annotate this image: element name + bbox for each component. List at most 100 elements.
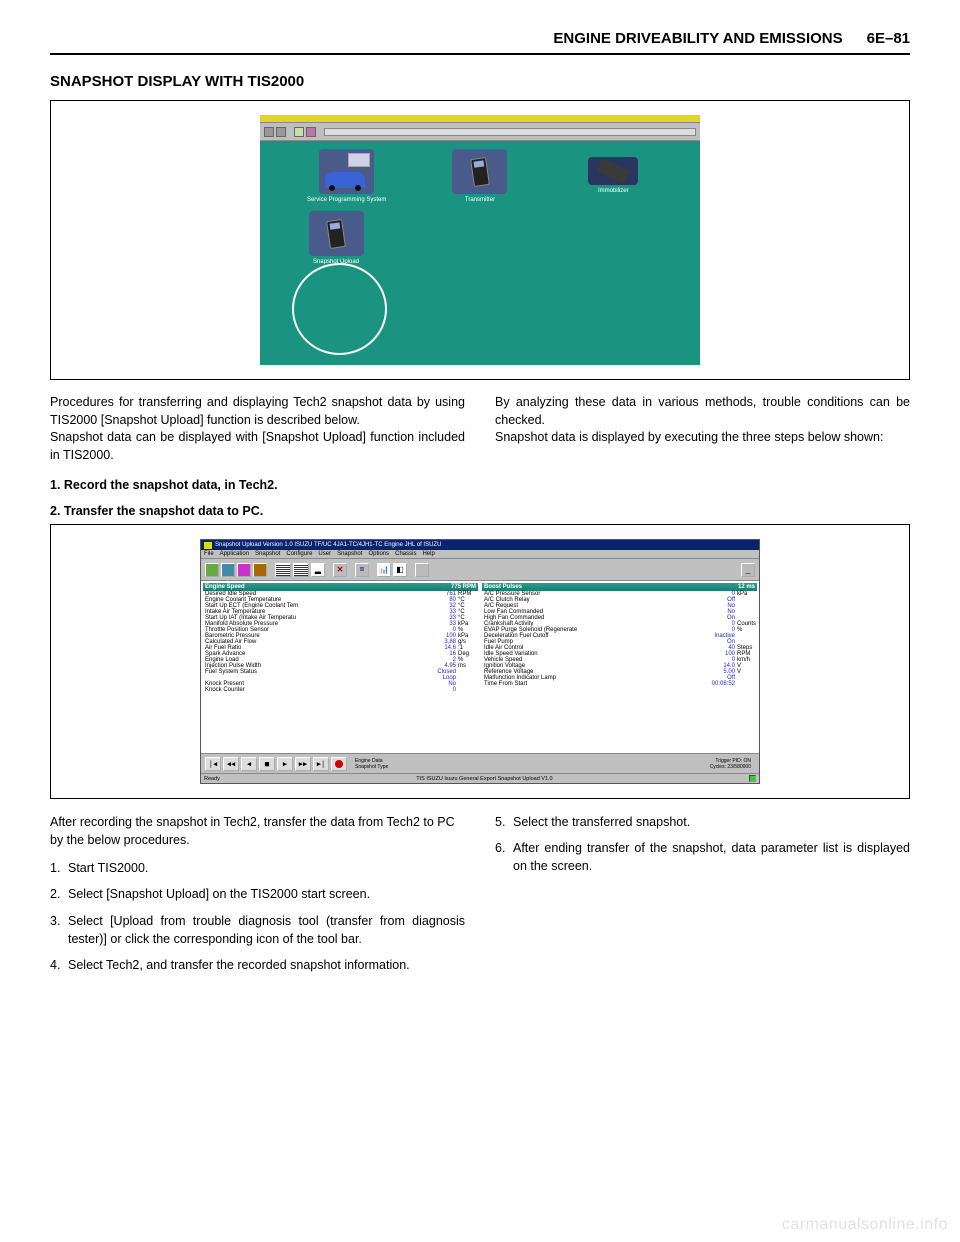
info-label: Cycles: 23/580000 [710, 764, 751, 770]
prev-icon: ◀◀ [223, 757, 239, 771]
status-bar: Ready TIS ISUZU Isuzu General Export Sna… [201, 773, 759, 783]
app-label: Service Programming System [307, 197, 386, 203]
column-header: Boost Pulses 12 ms [482, 583, 757, 591]
header-label: Engine Speed [205, 584, 245, 590]
data-row: Knock Counter0 [203, 687, 478, 693]
play-icon: ▶ [277, 757, 293, 771]
window-titlebar: Snapshot Upload Version 1.0 ISUZU TF/UC … [201, 540, 759, 550]
tool-icon [415, 563, 429, 577]
menu-item: Application [220, 551, 249, 557]
step-2-heading: 2. Transfer the snapshot data to PC. [50, 504, 910, 518]
chart-icon: 📊 [377, 563, 391, 577]
menu-item: Snapshot [255, 551, 280, 557]
menu-item: Configure [286, 551, 312, 557]
fwd-icon: ▶▶ [295, 757, 311, 771]
snapshot-upload-window: Snapshot Upload Version 1.0 ISUZU TF/UC … [200, 539, 760, 784]
graph-icon: ▂ [311, 563, 325, 577]
menu-bar: File Application Snapshot Configure User… [201, 550, 759, 559]
app-immobilizer: Immobilizer [573, 149, 653, 203]
app-transmitter: Transmitter [440, 149, 520, 203]
toolbar-icon [306, 127, 316, 137]
step-1-heading: 1. Record the snapshot data, in Tech2. [50, 478, 910, 492]
param-value: Closed Loop [426, 669, 456, 681]
tool-icon [253, 563, 267, 577]
list-text: After ending transfer of the snapshot, d… [513, 841, 910, 873]
tis2000-start-screen: Service Programming System Transmitter I… [260, 115, 700, 365]
page-reference: 6E–81 [867, 30, 910, 47]
car-laptop-icon [319, 149, 374, 194]
intro-paragraphs: Procedures for transferring and displayi… [50, 394, 910, 464]
last-icon: ▶| [313, 757, 329, 771]
figure-1-box: Service Programming System Transmitter I… [50, 100, 910, 380]
toolbar-icon [294, 127, 304, 137]
list-text: Select [Upload from trouble diagnosis to… [68, 914, 465, 946]
list-item: 1.Start TIS2000. [68, 859, 465, 877]
toolbar-icon [276, 127, 286, 137]
param-value: 00:08:52 [705, 681, 735, 687]
tech2-icon [452, 149, 507, 194]
menu-item: Help [422, 551, 434, 557]
list-item: 4.Select Tech2, and transfer the recorde… [68, 956, 465, 974]
list-text: Select [Snapshot Upload] on the TIS2000 … [68, 887, 370, 901]
status-text: TIS ISUZU Isuzu General Export Snapshot … [416, 776, 552, 782]
toolbar: ▂ ✕ = 📊 ◧ _ [201, 559, 759, 581]
app-spd: Service Programming System [307, 149, 387, 203]
page-header: ENGINE DRIVEABILITY AND EMISSIONS 6E–81 [50, 30, 910, 47]
toolbar-icon [264, 127, 274, 137]
param-unit [737, 681, 755, 687]
window-title-text: Snapshot Upload Version 1.0 ISUZU TF/UC … [215, 542, 441, 548]
paragraph: Snapshot data can be displayed with [Sna… [50, 429, 465, 464]
header-label: Boost Pulses [484, 584, 522, 590]
info-label: Snapshot Type [355, 764, 708, 770]
list-item: 3.Select [Upload from trouble diagnosis … [68, 912, 465, 948]
param-value: 0 [426, 687, 456, 693]
status-text: Ready [204, 776, 220, 782]
header-title: ENGINE DRIVEABILITY AND EMISSIONS [553, 30, 842, 47]
open-icon [205, 563, 219, 577]
list-text: Select the transferred snapshot. [513, 815, 690, 829]
list-text: Start TIS2000. [68, 861, 148, 875]
column-header: Engine Speed 775 RPM [203, 583, 478, 591]
list-view-icon [293, 563, 309, 577]
chart-icon: ◧ [393, 563, 407, 577]
paragraph: After recording the snapshot in Tech2, t… [50, 813, 465, 849]
param-unit [458, 669, 476, 681]
paragraph: By analyzing these data in various metho… [495, 394, 910, 429]
window-titlebar [260, 115, 700, 123]
tech2-icon [309, 211, 364, 256]
minimize-icon: _ [741, 563, 755, 577]
transport-right: Trigger PID: ON Cycles: 23/580000 [710, 758, 755, 770]
status-indicator-icon [749, 775, 756, 782]
header-rule [50, 53, 910, 55]
param-label: Knock Counter [205, 687, 424, 693]
save-icon [221, 563, 235, 577]
app-label: Immobilizer [598, 188, 629, 194]
key-icon [588, 157, 638, 185]
list-item: 6.After ending transfer of the snapshot,… [513, 839, 910, 875]
app-snapshot-upload: Snapshot Upload [296, 211, 376, 265]
paragraph: Procedures for transferring and displayi… [50, 394, 465, 429]
menu-item: Snapshot [337, 551, 362, 557]
transport-bar: |◀ ◀◀ ◀ ■ ▶ ▶▶ ▶| Engine Data Snapshot T… [201, 753, 759, 773]
menu-item: User [318, 551, 331, 557]
figure-2-box: Snapshot Upload Version 1.0 ISUZU TF/UC … [50, 524, 910, 799]
menu-item: Options [368, 551, 389, 557]
equals-icon: = [355, 563, 369, 577]
toolbar-scroll [324, 128, 696, 136]
param-label: Time From Start [484, 681, 703, 687]
app-icon [204, 542, 212, 549]
app-label: Transmitter [465, 197, 495, 203]
header-value: 12 ms [738, 584, 755, 590]
section-title: SNAPSHOT DISPLAY WITH TIS2000 [50, 73, 910, 90]
stop-icon: ■ [259, 757, 275, 771]
tool-icon [237, 563, 251, 577]
menu-item: File [204, 551, 214, 557]
window-toolbar [260, 123, 700, 141]
list-view-icon [275, 563, 291, 577]
data-row: Fuel System StatusClosed Loop [203, 669, 478, 681]
list-item: 5.Select the transferred snapshot. [513, 813, 910, 831]
highlight-circle [292, 263, 387, 355]
list-text: Select Tech2, and transfer the recorded … [68, 958, 410, 972]
data-panel: Engine Speed 775 RPM Desired Idle Speed7… [201, 581, 759, 753]
param-label: Fuel System Status [205, 669, 424, 681]
